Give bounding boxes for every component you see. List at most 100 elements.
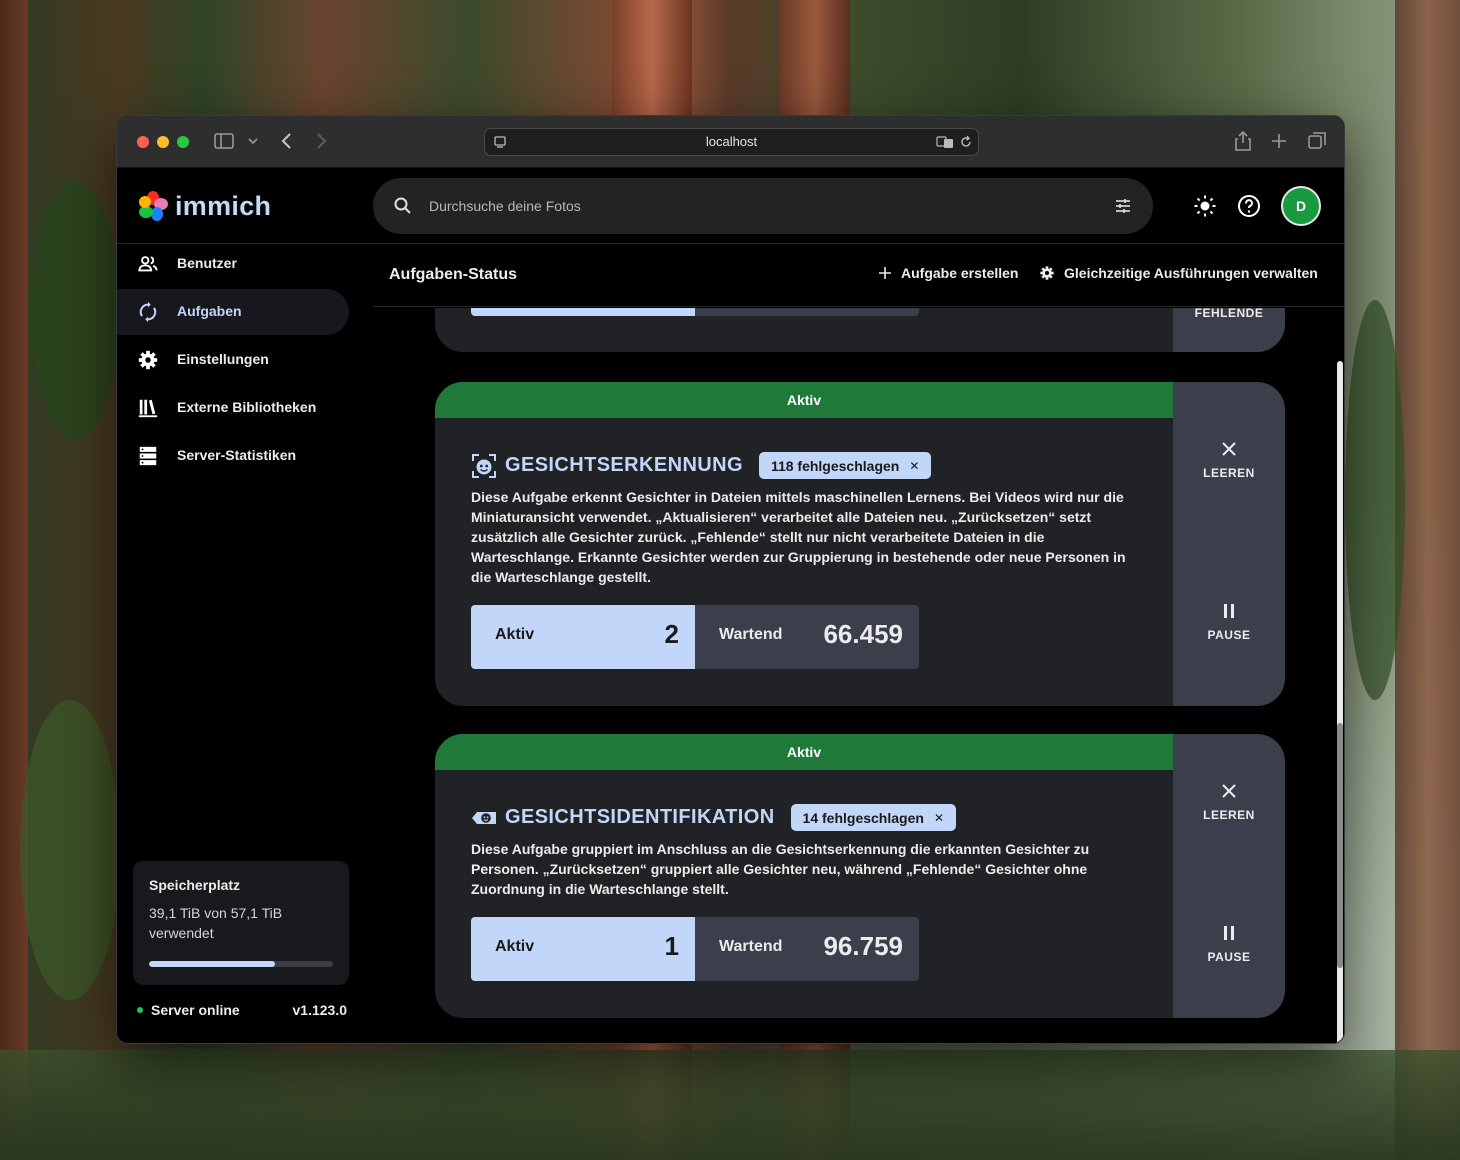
sun-icon <box>1194 195 1216 217</box>
storage-panel: Speicherplatz 39,1 TiB von 57,1 TiB verw… <box>133 861 349 985</box>
failed-badge[interactable]: 118 fehlgeschlagen ✕ <box>758 452 932 479</box>
scrollbar-thumb[interactable] <box>1337 723 1343 968</box>
job-card-actions: FEHLENDE <box>1173 308 1285 352</box>
waiting-count: 66.459 <box>823 619 903 649</box>
address-bar[interactable]: localhost <box>484 128 979 156</box>
help-icon <box>1238 195 1260 217</box>
clear-button[interactable]: LEEREN <box>1173 782 1285 822</box>
waiting-count-box: Wartend 96.759 <box>695 917 919 981</box>
missing-button[interactable]: FEHLENDE <box>1173 308 1285 320</box>
back-icon[interactable] <box>279 130 295 158</box>
search-bar[interactable] <box>373 178 1153 234</box>
clear-label: LEEREN <box>1203 466 1255 480</box>
close-icon[interactable]: ✕ <box>934 811 944 825</box>
job-counts-previous <box>471 308 919 316</box>
active-label: Aktiv <box>495 626 535 643</box>
waiting-count-box: Wartend 66.459 <box>695 605 919 669</box>
close-icon <box>1222 442 1236 456</box>
active-count: 1 <box>664 931 679 961</box>
active-count: 2 <box>664 619 679 649</box>
share-icon[interactable] <box>1233 130 1253 158</box>
storage-progress <box>149 961 333 967</box>
job-description: Diese Aufgabe erkennt Gesichter in Datei… <box>471 489 1126 585</box>
active-count-box: Aktiv 1 <box>471 917 695 981</box>
sidebar-item-settings[interactable]: Einstellungen <box>117 337 349 383</box>
library-icon <box>138 399 158 418</box>
storage-title: Speicherplatz <box>149 877 241 893</box>
sidebar-item-external-libraries[interactable]: Externe Bibliotheken <box>117 385 349 431</box>
immich-app: immich D Benutzer Aufgaben <box>117 168 1344 1043</box>
tab-overview-icon[interactable] <box>1307 130 1327 158</box>
manage-concurrency-button[interactable]: Gleichzeitige Ausführungen verwalten <box>1039 265 1318 281</box>
sidebar-item-users[interactable]: Benutzer <box>117 241 349 287</box>
chevron-down-icon[interactable] <box>247 130 259 158</box>
sync-icon <box>139 301 157 323</box>
translate-icon[interactable] <box>936 135 954 149</box>
gear-icon <box>138 350 158 370</box>
page-menu-icon[interactable] <box>493 135 507 149</box>
close-window-button[interactable] <box>137 136 149 148</box>
active-count-previous <box>471 308 695 316</box>
minimize-window-button[interactable] <box>157 136 169 148</box>
storage-progress-fill <box>149 961 276 967</box>
clear-label: LEEREN <box>1203 808 1255 822</box>
server-status: Server online v1.123.0 <box>137 1000 347 1020</box>
create-job-label: Aufgabe erstellen <box>901 265 1019 281</box>
admin-sidebar: Benutzer Aufgaben Einstellungen Externe … <box>117 245 361 1043</box>
job-counts: Aktiv 1 Wartend 96.759 <box>471 917 919 981</box>
waiting-count: 96.759 <box>823 931 903 961</box>
failed-badge-label: 14 fehlgeschlagen <box>802 809 924 826</box>
theme-toggle-button[interactable] <box>1191 192 1219 220</box>
close-icon <box>1222 784 1236 798</box>
new-tab-icon[interactable] <box>1269 130 1289 158</box>
sidebar-item-server-stats[interactable]: Server-Statistiken <box>117 433 349 479</box>
server-icon <box>139 446 157 466</box>
pause-label: PAUSE <box>1207 628 1251 642</box>
waiting-label: Wartend <box>719 938 783 955</box>
failed-badge[interactable]: 14 fehlgeschlagen ✕ <box>790 804 956 831</box>
pause-label: PAUSE <box>1207 950 1251 964</box>
server-online-dot <box>137 1007 143 1013</box>
job-card-actions: LEEREN PAUSE <box>1173 734 1285 1018</box>
waiting-count-previous <box>695 308 919 316</box>
job-card-main <box>435 308 1173 352</box>
content-header: Aufgaben-Status Aufgabe erstellen Gleich… <box>373 245 1344 307</box>
browser-window: localhost immich Durchsuche deine Fotos … <box>116 115 1345 1044</box>
close-icon[interactable]: ✕ <box>909 459 919 473</box>
search-filter-icon[interactable] <box>1113 196 1133 216</box>
server-version[interactable]: v1.123.0 <box>293 1002 348 1018</box>
job-card-face-detection: Aktiv GESICHTSERKENNUNG 118 fehlgeschlag… <box>435 382 1285 706</box>
storage-usage: 39,1 TiB von 57,1 TiB verwendet <box>149 905 283 941</box>
sidebar-item-label: Benutzer <box>177 255 237 271</box>
server-status-text: Server online <box>151 1002 240 1018</box>
clear-button[interactable]: LEEREN <box>1173 440 1285 480</box>
pause-button[interactable]: PAUSE <box>1173 924 1285 964</box>
search-icon <box>394 197 411 214</box>
pause-button[interactable]: PAUSE <box>1173 602 1285 642</box>
gear-icon <box>1040 266 1054 280</box>
maximize-window-button[interactable] <box>177 136 189 148</box>
job-card-face-recognition: Aktiv GESICHTSIDENTIFIKATION 14 fehlgesc… <box>435 734 1285 1018</box>
search-input[interactable] <box>429 194 1089 218</box>
create-job-button[interactable]: Aufgabe erstellen <box>877 265 1018 281</box>
plus-icon <box>879 267 891 279</box>
immich-logo-icon <box>139 191 168 221</box>
sidebar-item-label: Externe Bibliotheken <box>177 399 317 415</box>
sidebar-item-jobs[interactable]: Aufgaben <box>117 289 349 335</box>
face-recognition-icon <box>472 811 496 824</box>
job-title: GESICHTSIDENTIFIKATION <box>505 806 775 828</box>
sidebar-toggle-icon[interactable] <box>213 130 235 158</box>
user-avatar[interactable]: D <box>1281 186 1321 226</box>
pause-icon <box>1224 604 1234 618</box>
forward-icon[interactable] <box>313 130 329 158</box>
users-icon <box>138 256 158 272</box>
job-card-actions: LEEREN PAUSE <box>1173 382 1285 706</box>
job-card-main: Aktiv GESICHTSIDENTIFIKATION 14 fehlgesc… <box>435 734 1173 1018</box>
active-label: Aktiv <box>495 938 535 955</box>
reload-icon[interactable] <box>959 135 973 149</box>
help-button[interactable] <box>1235 192 1263 220</box>
sidebar-item-label: Einstellungen <box>177 351 269 367</box>
face-detection-icon <box>472 453 496 478</box>
missing-label: FEHLENDE <box>1194 308 1264 320</box>
waiting-label: Wartend <box>719 626 783 643</box>
